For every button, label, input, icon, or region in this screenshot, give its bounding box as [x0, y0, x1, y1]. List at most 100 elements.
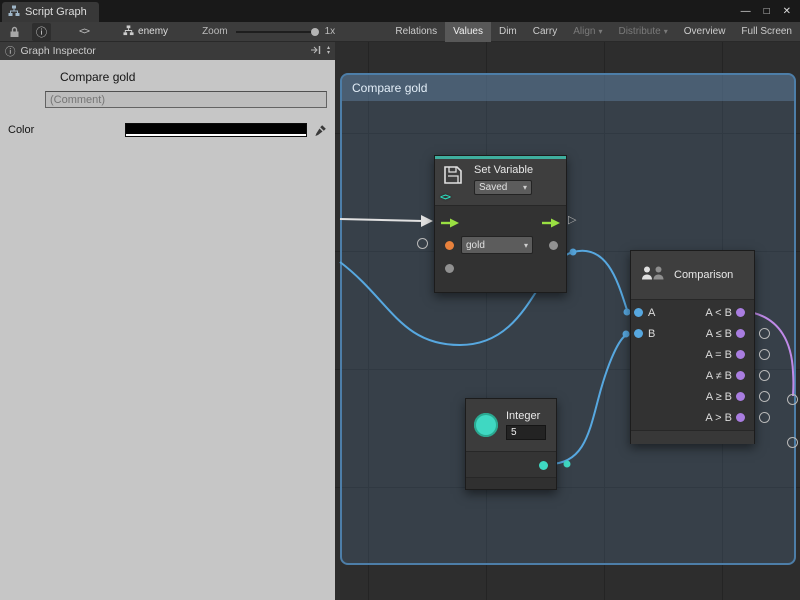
align-button[interactable]: Align▾	[565, 22, 610, 42]
set-variable-body: gold ▾	[435, 205, 566, 292]
graph-inspector-title: Graph Inspector	[21, 45, 96, 57]
comparison-row: A ≠ B	[631, 365, 754, 386]
overview-button[interactable]: Overview	[676, 22, 734, 42]
toolbar-buttons: Relations Values Dim Carry Align▾ Distri…	[387, 22, 800, 42]
comparison-row: A > B	[631, 407, 754, 428]
panel-scroll-stepper[interactable]: ▴ ▾	[327, 46, 330, 56]
integer-main: Integer 5	[466, 399, 556, 451]
value-input-port[interactable]	[445, 264, 454, 273]
comparison-row: B A ≤ B	[631, 323, 754, 344]
comparison-body: A A < B B A ≤ B A = B A ≠ B A ≥ B	[631, 299, 754, 430]
flow-input-port[interactable]	[440, 217, 460, 229]
dock-panel-icon[interactable]	[310, 45, 321, 58]
group-header[interactable]: Compare gold	[342, 75, 794, 101]
distribute-button[interactable]: Distribute▾	[610, 22, 675, 42]
output-label: A = B	[705, 349, 732, 361]
comparison-icon	[640, 263, 666, 288]
color-swatch[interactable]	[125, 123, 307, 137]
inspector-toggle-button[interactable]: ⓘ	[32, 23, 51, 41]
minimize-icon[interactable]: —	[741, 6, 751, 17]
code-view-button[interactable]: <>	[75, 23, 93, 41]
full-screen-button[interactable]: Full Screen	[733, 22, 800, 42]
code-badge-icon: <>	[440, 192, 450, 203]
output-a-less-b-port[interactable]	[736, 308, 745, 317]
comparison-header: Comparison	[631, 251, 754, 299]
integer-value-input[interactable]: 5	[506, 425, 546, 440]
output-label: A < B	[705, 307, 732, 319]
integer-strip	[466, 477, 556, 489]
output-label: A ≤ B	[706, 328, 732, 340]
input-b-port[interactable]	[634, 329, 643, 338]
graph-name: enemy	[138, 26, 168, 37]
tab-title: Script Graph	[25, 6, 87, 18]
unconnected-port-circle[interactable]	[417, 238, 428, 249]
dim-button[interactable]: Dim	[491, 22, 525, 42]
color-field-row: Color	[0, 123, 335, 137]
info-icon: ⓘ	[5, 44, 16, 59]
selected-graph-title: Compare gold	[60, 70, 335, 84]
scroll-down-icon[interactable]: ▾	[327, 51, 330, 56]
output-a-equal-b-port[interactable]	[736, 350, 745, 359]
graph-asset-icon	[123, 25, 134, 39]
chevron-down-icon: ▾	[523, 183, 527, 192]
chevron-down-icon: ▾	[524, 241, 528, 250]
flow-output-port[interactable]	[541, 217, 561, 229]
maximize-icon[interactable]: □	[764, 6, 770, 17]
graph-toolbar: ⓘ <> enemy Zoom 1x Relations Values Dim …	[0, 22, 800, 42]
set-variable-node[interactable]: <> Set Variable Saved ▾ gold ▾	[434, 155, 567, 293]
input-a-port[interactable]	[634, 308, 643, 317]
carry-button[interactable]: Carry	[525, 22, 565, 42]
input-a-label: A	[648, 307, 655, 319]
integer-output-port[interactable]	[539, 461, 548, 470]
values-button[interactable]: Values	[445, 22, 491, 42]
script-graph-icon	[8, 5, 20, 20]
save-variable-icon: <>	[442, 164, 466, 200]
variable-kind-dropdown[interactable]: Saved ▾	[474, 180, 532, 195]
window-controls: — □ ✕	[741, 0, 800, 22]
zoom-slider[interactable]	[236, 31, 316, 33]
eyedropper-icon[interactable]	[314, 124, 327, 137]
node-title: Set Variable	[474, 164, 533, 176]
close-icon[interactable]: ✕	[783, 6, 791, 17]
zoom-slider-handle[interactable]	[311, 28, 319, 36]
flow-continue-triangle[interactable]: ▷	[568, 215, 576, 226]
relations-button[interactable]: Relations	[387, 22, 445, 42]
graph-breadcrumb[interactable]: enemy	[123, 25, 168, 39]
chevron-down-icon: ▾	[598, 27, 602, 36]
output-a-lessequal-b-port[interactable]	[736, 329, 745, 338]
chevron-down-icon: ▾	[664, 27, 668, 36]
integer-node[interactable]: Integer 5	[465, 398, 557, 490]
color-label: Color	[8, 124, 125, 136]
lock-icon[interactable]	[5, 23, 24, 41]
unconnected-port-circle[interactable]	[759, 349, 770, 360]
comment-input[interactable]	[45, 91, 327, 108]
variable-select-dropdown[interactable]: gold ▾	[461, 236, 533, 254]
comparison-footer	[631, 430, 754, 444]
output-a-greater-b-port[interactable]	[736, 413, 745, 422]
comparison-node[interactable]: Comparison A A < B B A ≤ B A = B A ≠ B	[630, 250, 755, 444]
comparison-row: A = B	[631, 344, 754, 365]
offscreen-input-circle[interactable]	[787, 437, 798, 448]
variable-value-output-port[interactable]	[549, 241, 558, 250]
offscreen-input-circle[interactable]	[787, 394, 798, 405]
unconnected-port-circle[interactable]	[759, 412, 770, 423]
graph-inspector-panel: ⓘ Graph Inspector ▴ ▾ Compare gold Color	[0, 42, 335, 600]
group-title: Compare gold	[352, 81, 427, 95]
output-a-greaterequal-b-port[interactable]	[736, 392, 745, 401]
zoom-label: Zoom	[202, 26, 228, 37]
unconnected-port-circle[interactable]	[759, 370, 770, 381]
unconnected-port-circle[interactable]	[759, 391, 770, 402]
set-variable-header: <> Set Variable Saved ▾	[435, 159, 566, 205]
unconnected-port-circle[interactable]	[759, 328, 770, 339]
node-title: Integer	[506, 410, 546, 422]
variable-name-port[interactable]	[445, 241, 454, 250]
graph-inspector-header: ⓘ Graph Inspector ▴ ▾	[0, 42, 335, 60]
output-label: A > B	[705, 412, 732, 424]
output-a-notequal-b-port[interactable]	[736, 371, 745, 380]
graph-canvas[interactable]: Compare gold <> Set Variable Saved	[335, 42, 800, 600]
script-graph-tab[interactable]: Script Graph	[2, 2, 99, 22]
node-title: Comparison	[674, 269, 733, 281]
integer-icon	[474, 413, 498, 437]
input-b-label: B	[648, 328, 655, 340]
integer-footer	[466, 451, 556, 477]
